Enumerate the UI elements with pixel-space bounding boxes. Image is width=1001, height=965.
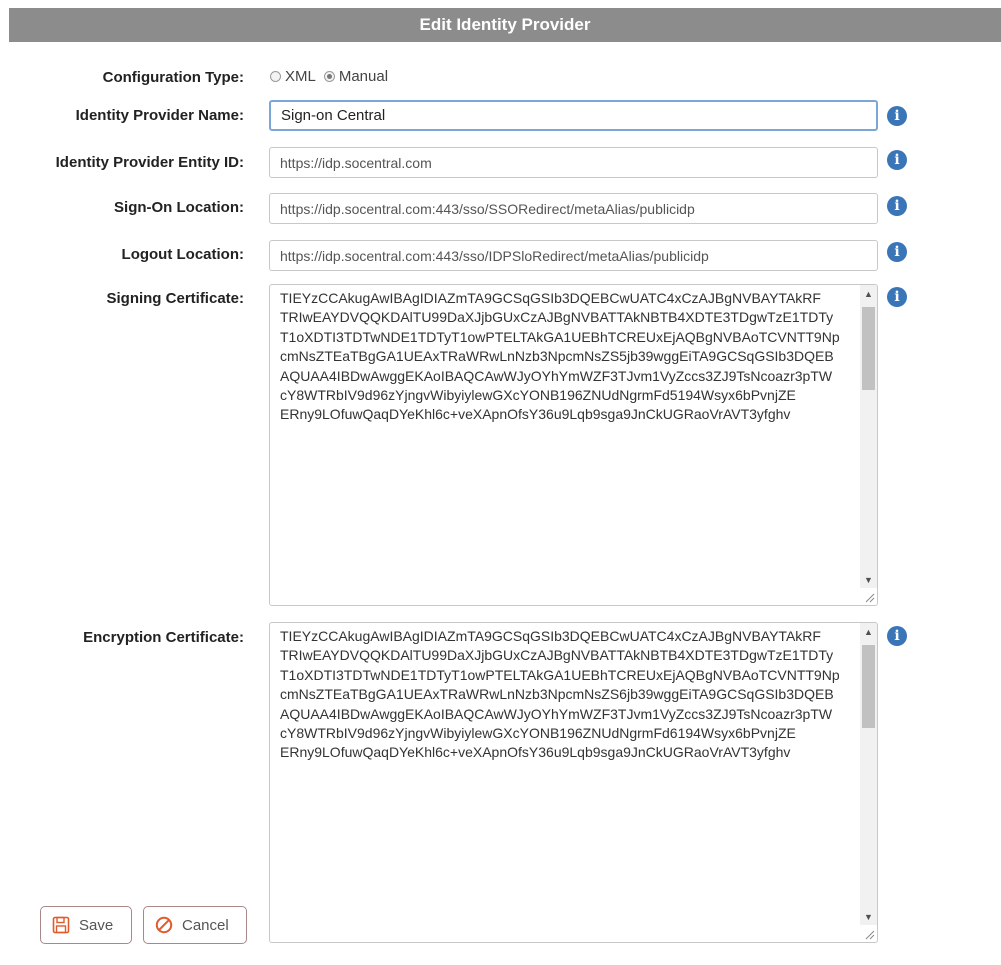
info-icon[interactable]: i — [887, 287, 907, 307]
floppy-disk-icon — [51, 915, 71, 935]
idp-name-input[interactable] — [269, 100, 878, 131]
cancel-button-label: Cancel — [182, 916, 229, 934]
dialog-title: Edit Identity Provider — [9, 8, 1001, 42]
cancel-button[interactable]: Cancel — [143, 906, 247, 944]
logout-location-label: Logout Location: — [121, 246, 244, 263]
signing-cert-textarea[interactable]: TIEYzCCAkugAwIBAgIDIAZmTA9GCSqGSIb3DQEBC… — [269, 284, 878, 606]
scroll-up-icon[interactable]: ▲ — [860, 285, 877, 302]
scroll-thumb[interactable] — [862, 307, 875, 390]
scroll-thumb[interactable] — [862, 645, 875, 728]
radio-xml-label[interactable]: XML — [285, 68, 316, 85]
cancel-circle-icon — [154, 915, 174, 935]
resize-handle-icon[interactable] — [860, 925, 877, 942]
save-button-label: Save — [79, 916, 114, 934]
signon-location-input[interactable] — [269, 193, 878, 224]
encryption-cert-textarea[interactable]: TIEYzCCAkugAwIBAgIDIAZmTA9GCSqGSIb3DQEBC… — [269, 622, 878, 943]
signing-cert-scrollbar[interactable]: ▲ ▼ — [860, 285, 877, 588]
info-icon[interactable]: i — [887, 106, 907, 126]
logout-location-input[interactable] — [269, 240, 878, 271]
info-icon[interactable]: i — [887, 150, 907, 170]
resize-handle-icon[interactable] — [860, 588, 877, 605]
info-icon[interactable]: i — [887, 196, 907, 216]
signing-cert-text: TIEYzCCAkugAwIBAgIDIAZmTA9GCSqGSIb3DQEBC… — [280, 290, 840, 423]
config-type-label: Configuration Type: — [102, 69, 244, 86]
radio-xml[interactable] — [270, 71, 281, 82]
info-icon[interactable]: i — [887, 242, 907, 262]
save-button[interactable]: Save — [40, 906, 132, 944]
encryption-cert-label: Encryption Certificate: — [83, 629, 244, 646]
entity-id-input[interactable] — [269, 147, 878, 178]
encryption-cert-text: TIEYzCCAkugAwIBAgIDIAZmTA9GCSqGSIb3DQEBC… — [280, 628, 840, 761]
info-icon[interactable]: i — [887, 626, 907, 646]
config-type-radio-group: XML Manual — [270, 68, 396, 85]
signon-location-label: Sign-On Location: — [114, 199, 244, 216]
scroll-up-icon[interactable]: ▲ — [860, 623, 877, 640]
signing-cert-label: Signing Certificate: — [106, 290, 244, 307]
radio-manual-label[interactable]: Manual — [339, 68, 388, 85]
scroll-down-icon[interactable]: ▼ — [860, 908, 877, 925]
encryption-cert-scrollbar[interactable]: ▲ ▼ — [860, 623, 877, 925]
scroll-down-icon[interactable]: ▼ — [860, 571, 877, 588]
radio-manual[interactable] — [323, 71, 335, 82]
entity-id-label: Identity Provider Entity ID: — [55, 154, 244, 171]
idp-name-label: Identity Provider Name: — [75, 107, 244, 124]
